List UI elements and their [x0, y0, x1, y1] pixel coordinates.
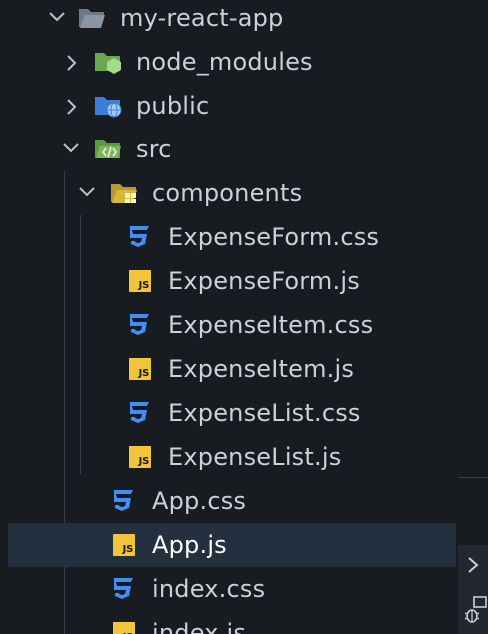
tree-item-file[interactable]: ExpenseList.css: [0, 391, 458, 435]
globe-folder-icon: [94, 93, 122, 119]
js-file-icon: JS: [113, 622, 135, 634]
tree-item-file[interactable]: JS ExpenseItem.js: [0, 347, 458, 391]
tree-item-label: public: [136, 92, 210, 120]
tree-item-file[interactable]: App.css: [0, 479, 458, 523]
tree-item-node-modules[interactable]: node_modules: [0, 40, 458, 84]
js-file-icon: JS: [129, 358, 151, 380]
tree-item-file[interactable]: index.css: [0, 567, 458, 611]
chevron-down-icon[interactable]: [46, 0, 66, 40]
tree-item-file[interactable]: JS index.js: [0, 611, 458, 634]
tree-item-label: ExpenseList.css: [168, 399, 361, 427]
chevron-down-icon[interactable]: [60, 127, 80, 171]
js-file-icon: JS: [129, 270, 151, 292]
css-file-icon: [124, 312, 152, 338]
tree-item-label: ExpenseForm.js: [168, 267, 360, 295]
css-file-icon: [124, 400, 152, 426]
tree-item-public[interactable]: public: [0, 84, 458, 128]
tree-item-label: App.css: [152, 487, 247, 515]
folder-open-icon: [78, 5, 106, 31]
tree-item-label: ExpenseItem.js: [168, 355, 355, 383]
tree-item-label: ExpenseItem.css: [168, 311, 374, 339]
tree-item-label: App.js: [152, 531, 227, 559]
file-explorer: my-react-app node_modules public src com…: [0, 0, 488, 634]
css-file-icon: [124, 224, 152, 250]
node-folder-icon: [94, 49, 122, 75]
tree-item-label: index.js: [152, 619, 247, 634]
tree-item-file[interactable]: ExpenseForm.css: [0, 215, 458, 259]
chevron-down-icon[interactable]: [76, 171, 96, 215]
js-file-icon: JS: [113, 534, 135, 556]
css-file-icon: [108, 576, 136, 602]
tree-item-file[interactable]: JS ExpenseForm.js: [0, 259, 458, 303]
chevron-right-icon[interactable]: [466, 555, 480, 579]
chevron-right-icon[interactable]: [62, 40, 82, 84]
tree-item-file[interactable]: JS ExpenseList.js: [0, 435, 458, 479]
chevron-right-icon[interactable]: [62, 84, 82, 128]
css-file-icon: [108, 488, 136, 514]
tree-item-file[interactable]: ExpenseItem.css: [0, 303, 458, 347]
tree-item-label: node_modules: [136, 48, 313, 76]
tree-item-label: components: [152, 179, 303, 207]
js-file-icon: JS: [129, 446, 151, 468]
tree-item-components[interactable]: components: [0, 171, 458, 215]
tree-item-file-selected[interactable]: JS App.js: [8, 523, 456, 567]
tree-item-label: src: [136, 135, 172, 163]
tree-item-label: index.css: [152, 575, 266, 603]
components-folder-icon: [110, 180, 138, 206]
tree-item-label: my-react-app: [120, 4, 284, 32]
code-folder-icon: [94, 136, 122, 162]
divider: [458, 477, 488, 478]
tree-item-src[interactable]: src: [0, 127, 458, 171]
side-panel-controls: [458, 545, 488, 634]
debug-icon[interactable]: [462, 595, 488, 629]
tree-item-label: ExpenseForm.css: [168, 223, 380, 251]
tree-item-label: ExpenseList.js: [168, 443, 342, 471]
tree-item-my-react-app[interactable]: my-react-app: [0, 0, 458, 40]
